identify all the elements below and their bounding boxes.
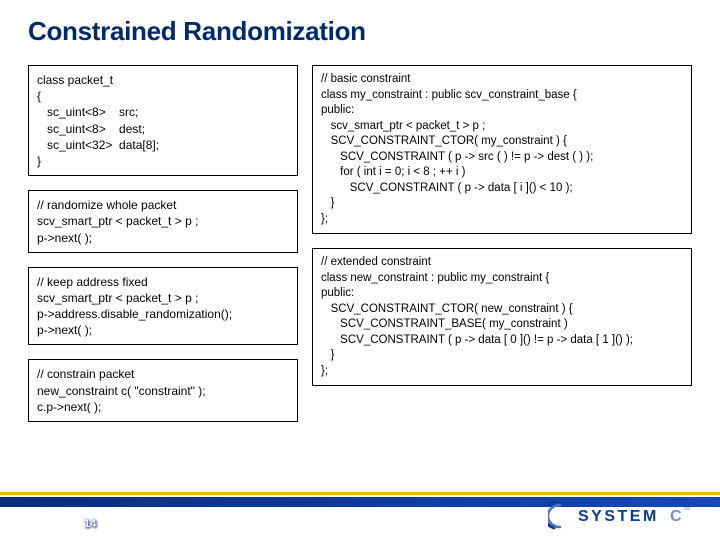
code-box-constrain: // constrain packet new_constraint c( "c… xyxy=(28,359,298,422)
code-box-packet-class: class packet_t { sc_uint<8> src; sc_uint… xyxy=(28,65,298,176)
right-column: // basic constraint class my_constraint … xyxy=(312,65,692,422)
content-area: class packet_t { sc_uint<8> src; sc_uint… xyxy=(28,65,692,422)
footer: 14 SYSTEM C ™ xyxy=(0,492,720,540)
code-box-keep-fixed: // keep address fixed scv_smart_ptr < pa… xyxy=(28,267,298,346)
footer-rule-yellow xyxy=(0,492,720,495)
logo-tm: ™ xyxy=(683,507,690,514)
code-box-extended-constraint: // extended constraint class new_constra… xyxy=(312,248,692,386)
page-number: 14 xyxy=(84,518,96,530)
systemc-logo: SYSTEM C ™ xyxy=(548,498,698,534)
code-box-basic-constraint: // basic constraint class my_constraint … xyxy=(312,65,692,234)
slide: Constrained Randomization class packet_t… xyxy=(0,0,720,540)
code-box-randomize: // randomize whole packet scv_smart_ptr … xyxy=(28,190,298,253)
left-column: class packet_t { sc_uint<8> src; sc_uint… xyxy=(28,65,298,422)
logo-text-c: C xyxy=(670,508,682,525)
slide-title: Constrained Randomization xyxy=(28,16,692,47)
logo-text: SYSTEM xyxy=(578,508,659,525)
